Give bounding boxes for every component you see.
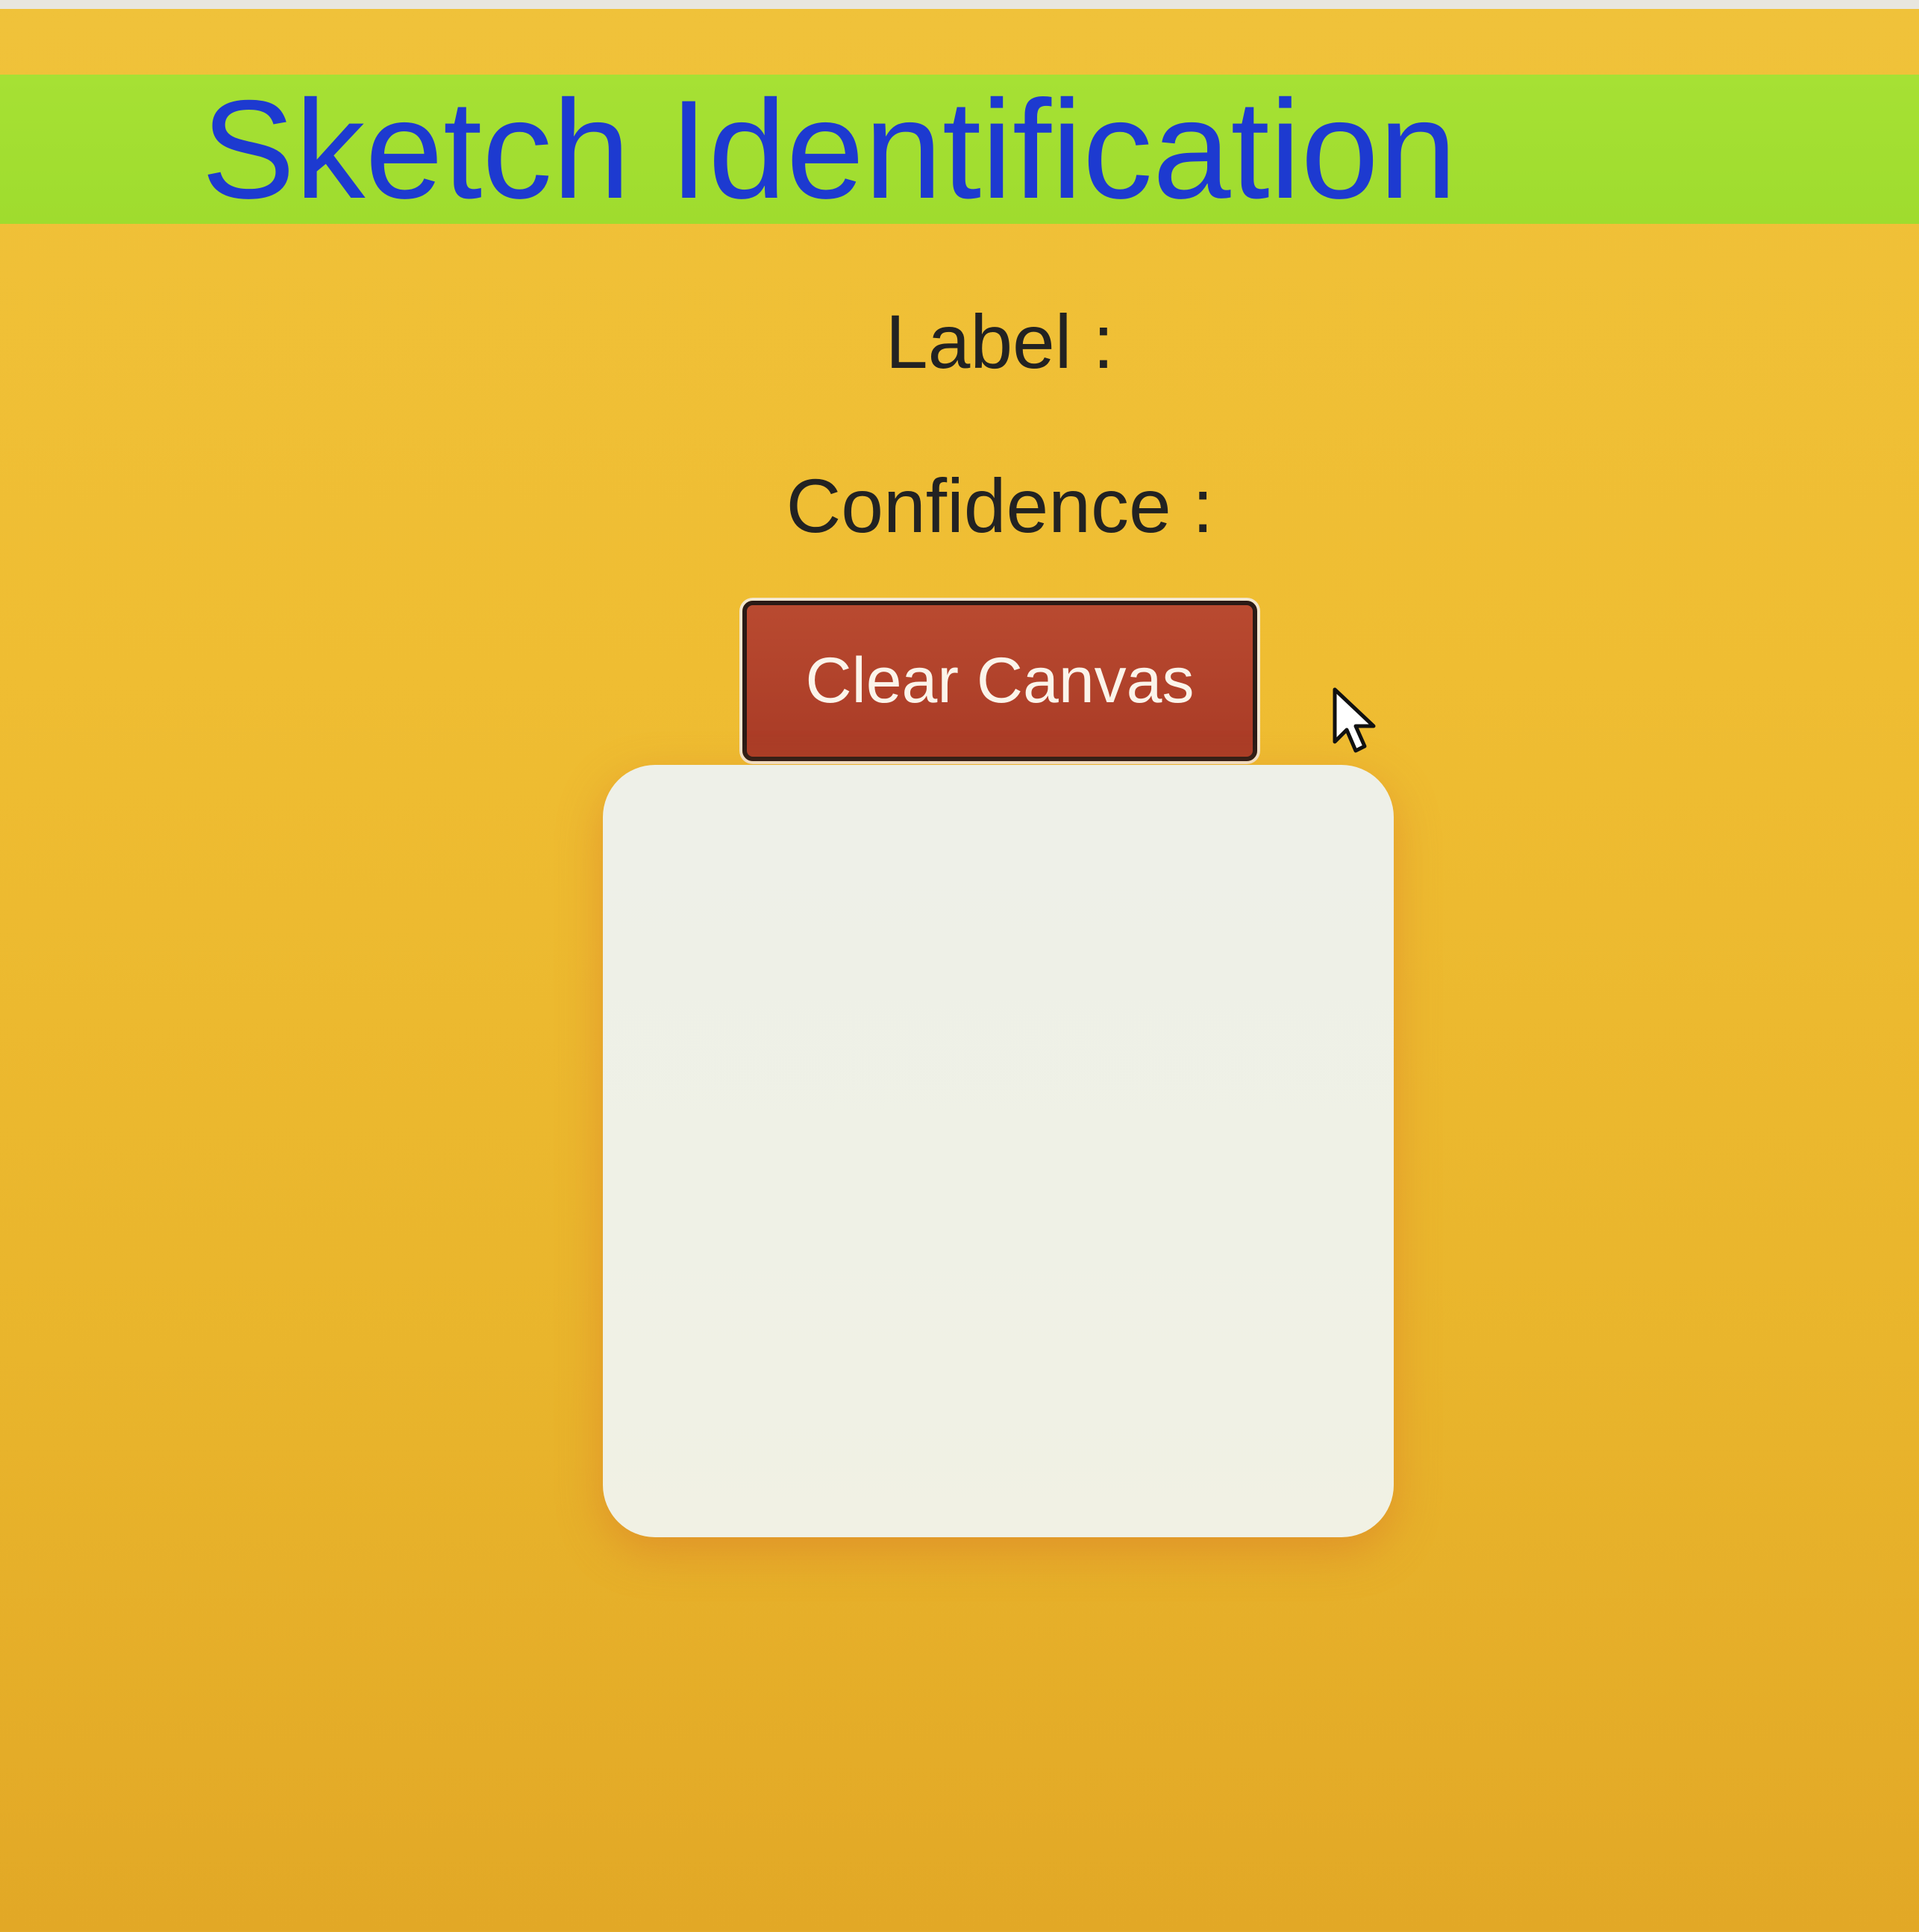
label-readout: Label :: [885, 299, 1115, 384]
drawing-canvas[interactable]: [603, 765, 1394, 1537]
clear-canvas-button[interactable]: Clear Canvas: [742, 601, 1257, 761]
mouse-pointer-icon: [1333, 687, 1376, 753]
browser-top-edge: [0, 0, 1919, 9]
page-title: Sketch Identification: [201, 71, 1457, 228]
confidence-readout: Confidence :: [786, 463, 1214, 548]
